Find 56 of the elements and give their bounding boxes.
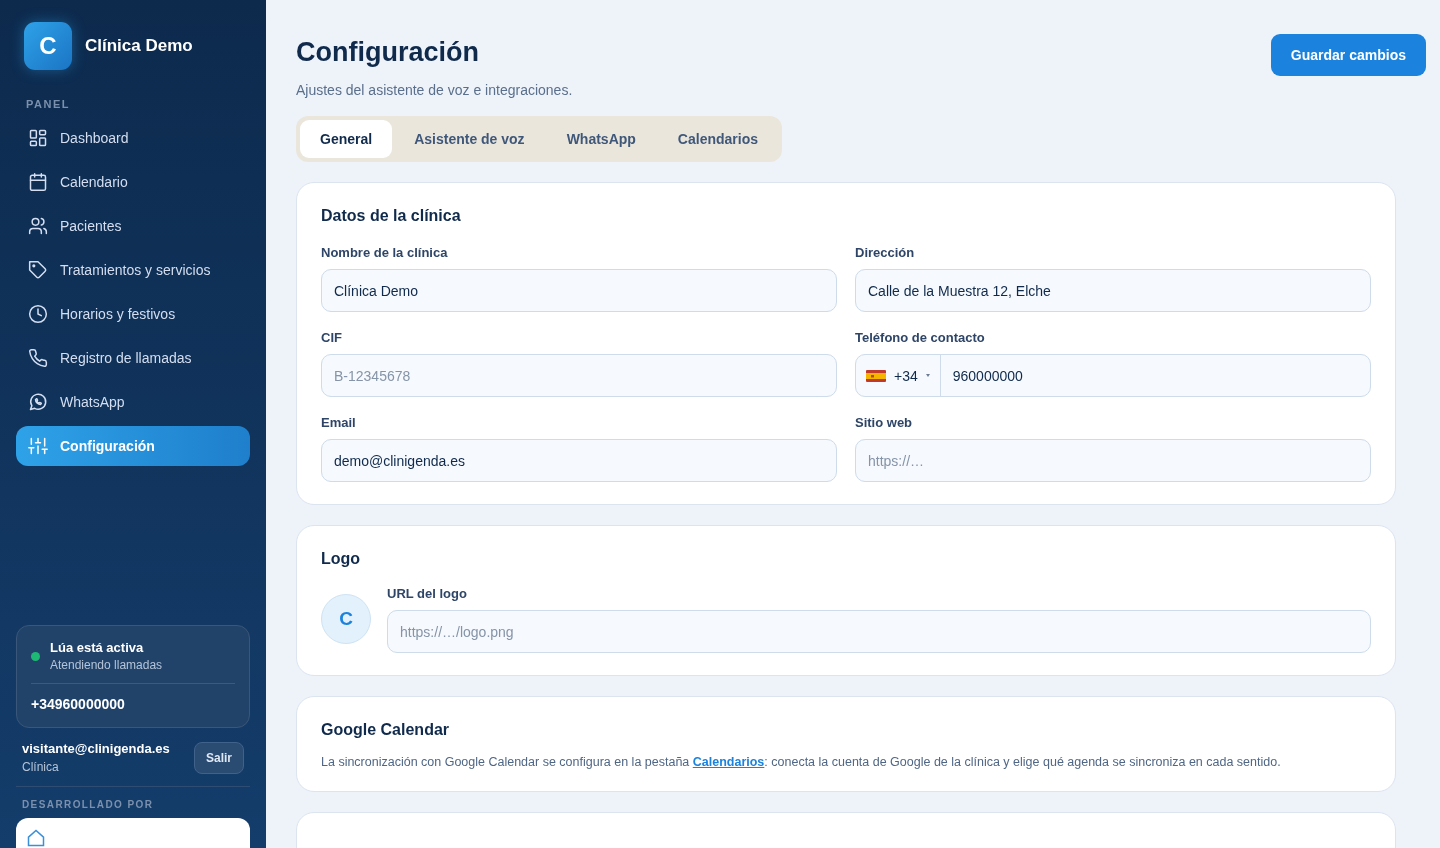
assistant-phone: +34960000000 [31,696,125,712]
nav-item[interactable]: Tratamientos y servicios [16,250,250,290]
input-field[interactable]: demo@clinigenda.es [321,439,837,482]
input-field[interactable]: https://… [855,439,1371,482]
tag-icon [28,260,48,280]
page-subtitle: Ajustes del asistente de voz e integraciones. [296,82,573,98]
phone-icon [28,348,48,368]
user-role: Clínica [22,760,60,774]
input-field[interactable]: https://…/logo.png [387,610,1371,653]
nav-item[interactable]: WhatsApp [16,382,250,422]
house-icon [26,828,46,848]
info-text: La sincronización con Google Calendar se configura en la pestaña Calendarios: conecta la cuenta de Google de la clínica y elige qué agenda se sincroniza en cada sentido. [321,755,1282,769]
clinic-logo: C [24,22,72,70]
calendar-icon [28,172,48,192]
field-label: Email [321,415,357,430]
logo-avatar: C [321,594,371,644]
flag-icon [866,369,886,382]
chat-icon [28,392,48,412]
status-title: Lúa está activa [50,640,145,655]
input-field[interactable]: Calle de la Muestra 12, Elche [855,269,1371,312]
nav-item[interactable]: Registro de llamadas [16,338,250,378]
clock-icon [28,304,48,324]
card-title: Google Calendar [321,721,451,739]
input-field[interactable]: B-12345678 [321,354,837,397]
nav-item[interactable]: Horarios y festivos [16,294,250,334]
nav-item[interactable]: Calendario [16,162,250,202]
field-label: URL del logo [387,586,468,601]
logout-button[interactable]: Salir [194,741,244,774]
status-subtitle: Atendiendo llamadas [50,658,163,672]
save-button[interactable]: Guardar cambios [1270,34,1426,76]
clinic-name: Clínica Demo [85,36,193,56]
dashboard-icon [28,128,48,148]
phone-field[interactable]: +34 960000000 [855,354,1371,397]
field-label: Sitio web [855,415,914,430]
caret-icon [925,374,930,377]
tab[interactable]: General [300,120,393,158]
card-title: Datos de la clínica [321,207,462,225]
input-field[interactable]: Clínica Demo [321,269,837,312]
card-title: Logo [321,550,362,568]
credit-label: DESARROLLADO POR [22,799,155,810]
phone-input[interactable]: 960000000 [940,355,1370,396]
section-label: PANEL [26,98,71,110]
country-selector[interactable]: +34 [856,355,941,396]
nav-item[interactable]: Dashboard [16,118,250,158]
field-label: Dirección [855,245,916,260]
users-icon [28,216,48,236]
user-email: visitante@clinigenda.es [22,741,170,756]
field-label: Nombre de la clínica [321,245,449,260]
sliders-icon [28,436,48,456]
tab[interactable]: WhatsApp [546,120,656,158]
tab[interactable]: Calendarios [657,120,778,158]
tab[interactable]: Asistente de voz [394,120,545,158]
field-label: CIF [321,330,343,345]
page-title: Configuración [296,37,480,68]
field-label: Teléfono de contacto [855,330,986,345]
nav-item[interactable]: Pacientes [16,206,250,246]
